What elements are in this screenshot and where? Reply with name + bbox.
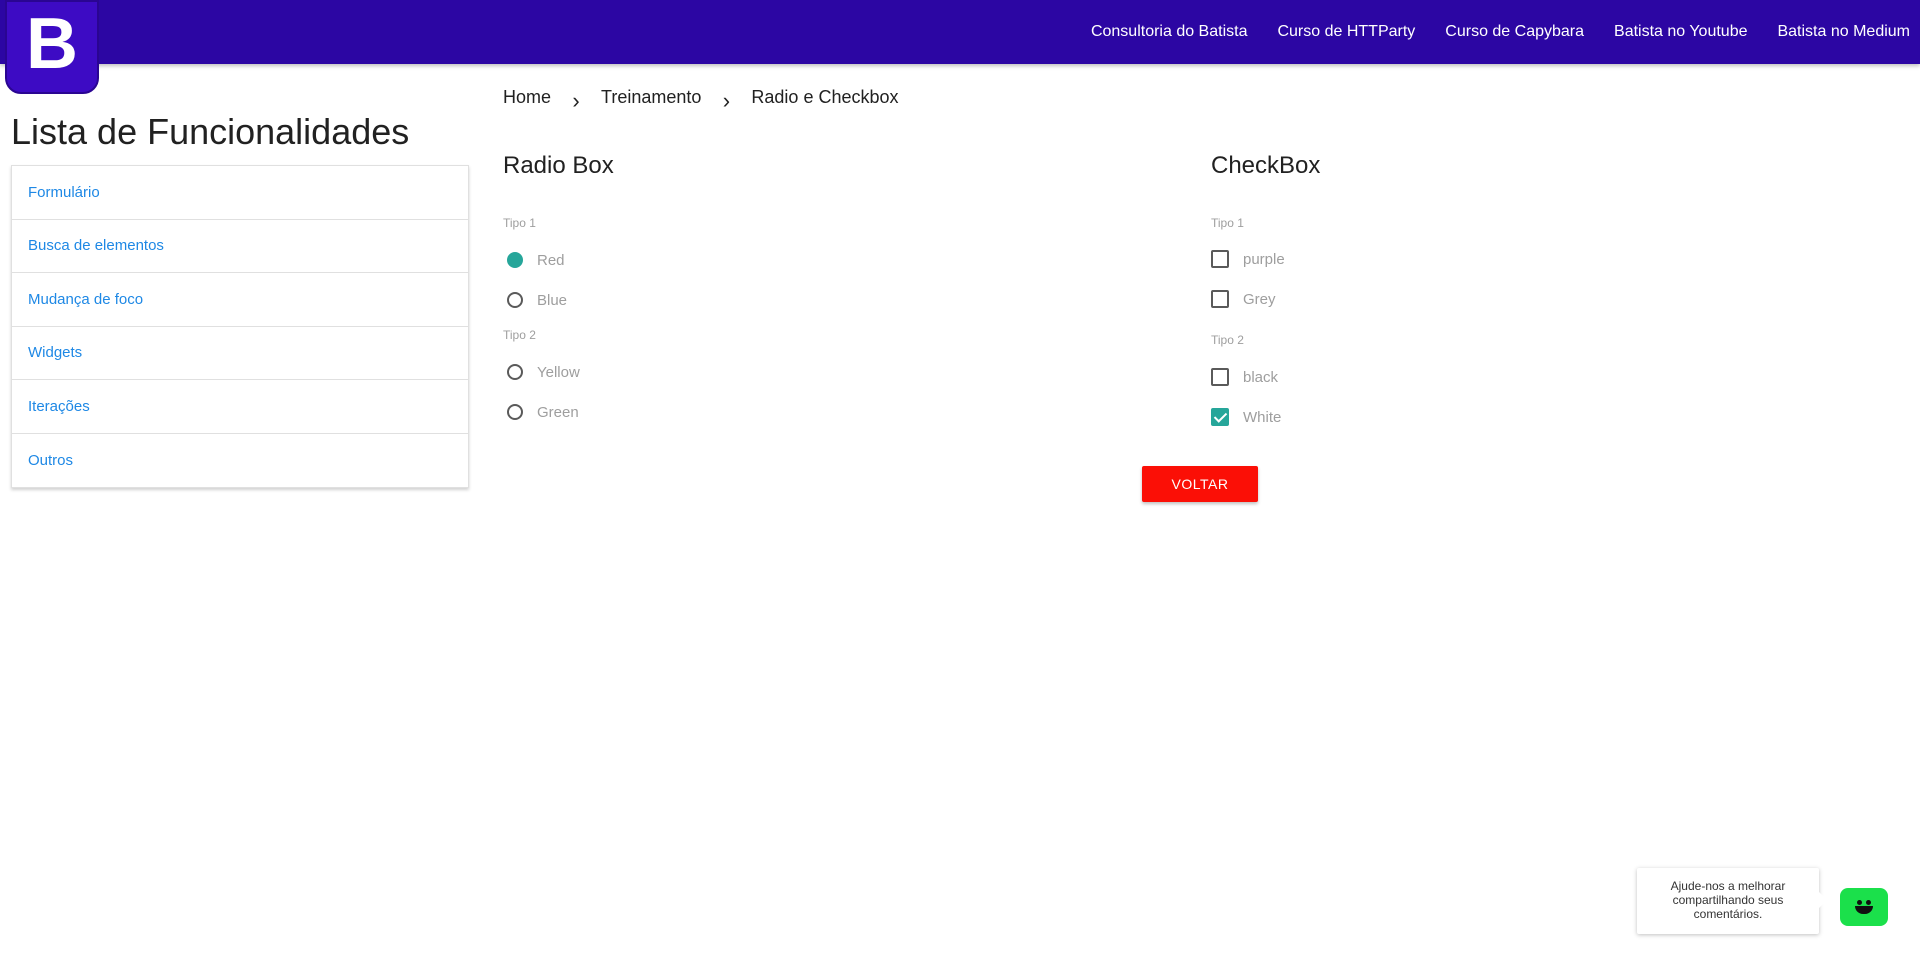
nav-link-httparty[interactable]: Curso de HTTParty [1277,23,1415,41]
breadcrumb-radio-e-checkbox[interactable]: Radio e Checkbox [751,87,898,108]
radio-group-label: Tipo 1 [503,216,536,230]
sidebar-item-iteracoes[interactable]: Iterações [12,380,468,434]
radio-label: Red [537,251,565,269]
breadcrumb: Home › Treinamento › Radio e Checkbox [503,84,899,114]
checkbox-label: White [1243,408,1282,426]
radio-box-title: Radio Box [503,152,614,179]
radio-option-yellow[interactable]: Yellow [507,360,580,384]
sidebar-item-mudanca-de-foco[interactable]: Mudança de foco [12,273,468,327]
sidebar-item-busca-de-elementos[interactable]: Busca de elementos [12,220,468,273]
checkbox-group-label: Tipo 1 [1211,216,1244,230]
radio-option-green[interactable]: Green [507,400,579,424]
voltar-button[interactable]: VOLTAR [1142,466,1258,502]
checkbox-label: black [1243,368,1279,386]
radio-option-red[interactable]: Red [507,248,565,272]
feedback-smiley-icon[interactable] [1840,888,1888,926]
radio-label: Blue [537,291,568,309]
radio-button[interactable] [507,404,523,420]
logo[interactable]: B [5,0,99,94]
radio-button[interactable] [507,364,523,380]
sidebar-list: Formulário Busca de elementos Mudança de… [11,165,469,488]
checkbox-group-label: Tipo 2 [1211,333,1244,347]
radio-label: Green [537,403,579,421]
eye-shape [1857,900,1862,905]
chevron-right-icon: › [572,88,580,113]
sidebar-item-outros[interactable]: Outros [12,434,468,488]
checkbox-label: purple [1243,250,1285,268]
checkbox[interactable] [1211,290,1229,308]
checkbox-title: CheckBox [1211,152,1321,179]
breadcrumb-home[interactable]: Home [503,87,551,108]
radio-group-label: Tipo 2 [503,328,536,342]
checkbox-label: Grey [1243,290,1276,308]
nav-link-consultoria[interactable]: Consultoria do Batista [1091,23,1248,41]
nav-links: Consultoria do Batista Curso de HTTParty… [1061,0,1910,64]
checkbox[interactable] [1211,368,1229,386]
sidebar-title: Lista de Funcionalidades [11,111,410,152]
sidebar-item-widgets[interactable]: Widgets [12,327,468,380]
radio-label: Yellow [537,363,580,381]
radio-option-blue[interactable]: Blue [507,288,567,312]
mouth-shape [1855,906,1873,914]
nav-link-capybara[interactable]: Curso de Capybara [1445,23,1584,41]
feedback-tooltip: Ajude-nos a melhorar compartilhando seus… [1637,868,1827,934]
checkbox-checked[interactable] [1211,408,1229,426]
checkbox[interactable] [1211,250,1229,268]
eye-shape [1866,900,1871,905]
checkbox-option-grey[interactable]: Grey [1211,287,1276,311]
top-navbar: Consultoria do Batista Curso de HTTParty… [0,0,1920,64]
nav-link-medium[interactable]: Batista no Medium [1777,23,1910,41]
sidebar-item-formulario[interactable]: Formulário [12,166,468,220]
radio-button[interactable] [507,252,523,268]
radio-button[interactable] [507,292,523,308]
logo-letter: B [26,4,78,84]
chevron-right-icon: › [722,88,731,113]
breadcrumb-treinamento[interactable]: Treinamento [601,87,701,108]
checkbox-option-purple[interactable]: purple [1211,247,1285,271]
nav-link-youtube[interactable]: Batista no Youtube [1614,23,1747,41]
checkbox-option-black[interactable]: black [1211,365,1278,389]
checkbox-option-white[interactable]: White [1211,405,1281,429]
